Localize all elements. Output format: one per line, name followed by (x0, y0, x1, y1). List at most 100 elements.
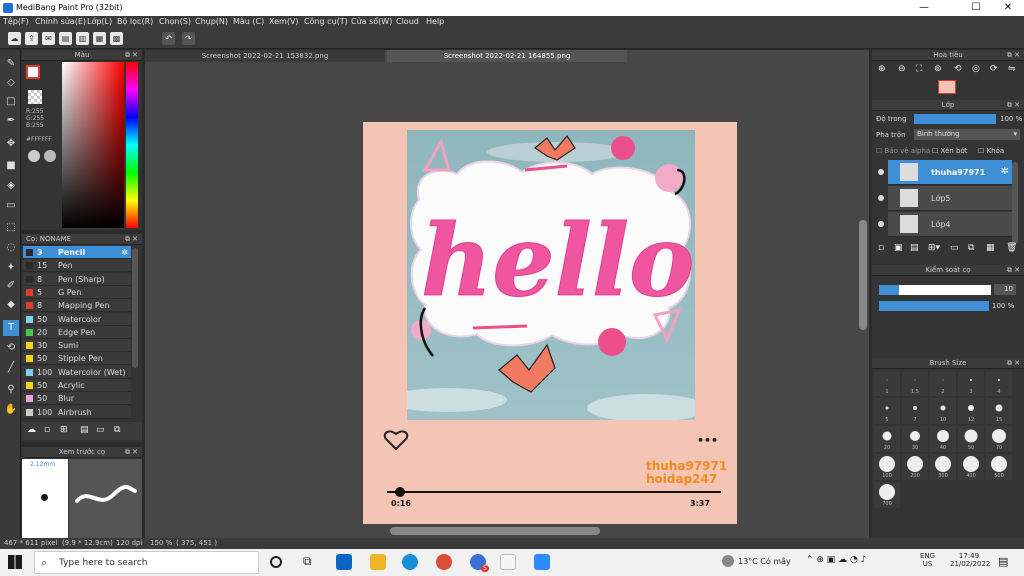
brush-folder-icon[interactable]: ▭ (96, 425, 105, 435)
brush-item[interactable]: 5 G Pen (23, 285, 131, 299)
brush-size-cell[interactable]: 2 (930, 370, 956, 396)
input-language[interactable]: ENG US (920, 552, 935, 568)
saturation-value-picker[interactable] (62, 62, 124, 228)
brush-item[interactable]: 100 Watercolor (Wet) (23, 365, 131, 379)
select-eraser-icon[interactable]: ◆ (3, 297, 19, 313)
page-icon[interactable]: ▤ (59, 32, 72, 45)
duplicate-layer-icon[interactable]: ⧉ (968, 243, 974, 253)
zoom-out-icon[interactable]: ⊖ (898, 64, 906, 74)
edge-icon[interactable] (402, 554, 418, 570)
add-layer-menu-icon[interactable]: ⊞▾ (928, 243, 940, 253)
brush-item[interactable]: 50 Watercolor (23, 312, 131, 326)
pen-tool-icon[interactable]: ✒ (3, 113, 19, 129)
eye-icon[interactable] (878, 169, 884, 175)
brush-size-cell[interactable]: 4 (986, 370, 1012, 396)
menu-tools[interactable]: Công cụ(T) (304, 17, 348, 26)
brush-list-scrollbar[interactable] (132, 248, 138, 368)
panel-close-icon[interactable]: ⧉ ✕ (125, 50, 138, 61)
comment-icon[interactable]: ✉ (42, 32, 55, 45)
rotate-reset-icon[interactable]: ◎ (972, 64, 980, 74)
layer-row[interactable]: Lớp5 (878, 186, 1012, 211)
share-icon[interactable]: ⇪ (25, 32, 38, 45)
brush-item[interactable]: 30 Sumi (23, 339, 131, 353)
lock-checkbox[interactable]: ☐ Khóa (978, 147, 1004, 155)
tab-screenshot-2[interactable]: Screenshot 2022-02-21 164855.png (387, 50, 627, 62)
brush-item[interactable]: 15 Pen (23, 259, 131, 273)
layer-folder-icon[interactable]: ▭ (950, 243, 959, 253)
brush-size-cell[interactable]: 50 (958, 426, 984, 452)
select-pen-icon[interactable]: ✐ (3, 278, 19, 294)
layer-row[interactable]: Lớp4 (878, 212, 1012, 237)
blend-mode-select[interactable]: Bình thường ▾ (914, 129, 1020, 140)
menu-filter[interactable]: Bộ lọc(R) (117, 17, 153, 26)
undo-icon[interactable]: ↶ (162, 32, 175, 45)
brush-size-cell[interactable]: 100 (874, 454, 900, 480)
protect-alpha-checkbox[interactable]: ☐ Bảo vệ alpha (876, 147, 930, 155)
brush-settings-icon[interactable]: ▤ (80, 425, 89, 435)
brush-item[interactable]: 20 Edge Pen (23, 325, 131, 339)
zoom-in-icon[interactable]: ⊕ (878, 64, 886, 74)
gradient-tool-icon[interactable]: ▭ (3, 198, 19, 214)
mail-icon[interactable] (336, 554, 352, 570)
rotate-left-icon[interactable]: ⟲ (954, 64, 962, 74)
brush-size-cell[interactable]: 200 (902, 454, 928, 480)
clip-checkbox[interactable]: ☐ Xén bớt (932, 147, 967, 155)
chrome-icon[interactable] (436, 554, 452, 570)
brush-item[interactable]: 8 Mapping Pen (23, 299, 131, 313)
menu-capture[interactable]: Chụp(N) (195, 17, 228, 26)
brush-size-cell[interactable]: 300 (930, 454, 956, 480)
panel-close-icon[interactable]: ⧉ ✕ (1007, 358, 1020, 369)
layer-row[interactable]: thuha97971 ✲ (878, 160, 1012, 185)
copy-brush-icon[interactable]: ⧉ (114, 425, 120, 435)
rectangle-tool-icon[interactable]: □ (3, 94, 19, 110)
select-tool-icon[interactable]: ⬚ (3, 220, 19, 236)
rotate-right-icon[interactable]: ⟳ (990, 64, 998, 74)
tray-icons[interactable]: ⌃ ⊕ ▣ ☁ ◔ ♪ (806, 555, 867, 565)
brush-size-slider[interactable] (879, 285, 991, 295)
brush-size-cell[interactable]: 20 (874, 426, 900, 452)
brush-size-cell[interactable]: 1.5 (902, 370, 928, 396)
notifications-icon[interactable]: ▤ (998, 555, 1008, 568)
brush-size-cell[interactable]: 10 (930, 398, 956, 424)
gear-icon[interactable]: ✲ (1001, 166, 1009, 177)
brush-item[interactable]: 3 Pencil ✲ (23, 246, 131, 259)
brush-item[interactable]: 50 Stipple Pen (23, 352, 131, 366)
pages-icon[interactable]: ▦ (93, 32, 106, 45)
delete-layer-icon[interactable]: 🗑 (1006, 243, 1017, 253)
eye-icon[interactable] (878, 221, 884, 227)
brush-size-cell[interactable]: 700 (874, 482, 900, 508)
messenger-icon[interactable]: 5 (470, 554, 489, 572)
grid-icon[interactable]: ▩ (110, 32, 123, 45)
brush-size-cell[interactable]: 400 (958, 454, 984, 480)
redo-icon[interactable]: ↷ (182, 32, 195, 45)
flip-icon[interactable]: ⇋ (1008, 64, 1016, 74)
brush-size-cell[interactable]: 40 (930, 426, 956, 452)
new-layer-icon[interactable]: ▫ (878, 243, 884, 253)
add-brush-icon[interactable]: ⊞ (60, 425, 68, 435)
menu-window[interactable]: Cửa sổ(W) (351, 17, 392, 26)
tab-screenshot-1[interactable]: Screenshot 2022-02-21 153832.png (145, 50, 385, 62)
brush-size-cell[interactable]: 30 (902, 426, 928, 452)
fit-icon[interactable]: ⛶ (916, 64, 922, 74)
brush-size-cell[interactable]: 12 (958, 398, 984, 424)
menu-layer[interactable]: Lớp(L) (87, 17, 112, 26)
panel-close-icon[interactable]: ⧉ ✕ (125, 447, 138, 458)
bucket-tool-icon[interactable]: ◈ (3, 178, 19, 194)
brush-size-cell[interactable]: 500 (986, 454, 1012, 480)
brush-size-cell[interactable]: 3 (958, 370, 984, 396)
new-color-layer-icon[interactable]: ▣ (894, 243, 903, 253)
menu-select[interactable]: Chọn(S) (159, 17, 191, 26)
medibang-icon[interactable] (500, 554, 516, 570)
foreground-color[interactable] (26, 65, 40, 79)
brush-item[interactable]: 50 Blur (23, 392, 131, 406)
taskbar-search[interactable]: ⌕ Type here to search (34, 551, 259, 574)
brush-size-cell[interactable]: 7 (902, 398, 928, 424)
eye-icon[interactable] (878, 195, 884, 201)
brush-size-cell[interactable]: 70 (986, 426, 1012, 452)
new-brush-icon[interactable]: ▫ (44, 425, 50, 435)
maximize-button[interactable]: ☐ (962, 0, 990, 16)
windows-start-icon[interactable] (8, 555, 22, 569)
brush-tool-icon[interactable]: ✎ (3, 56, 19, 72)
brush-size-cell[interactable]: 5 (874, 398, 900, 424)
cloud-icon[interactable]: ☁ (8, 32, 21, 45)
